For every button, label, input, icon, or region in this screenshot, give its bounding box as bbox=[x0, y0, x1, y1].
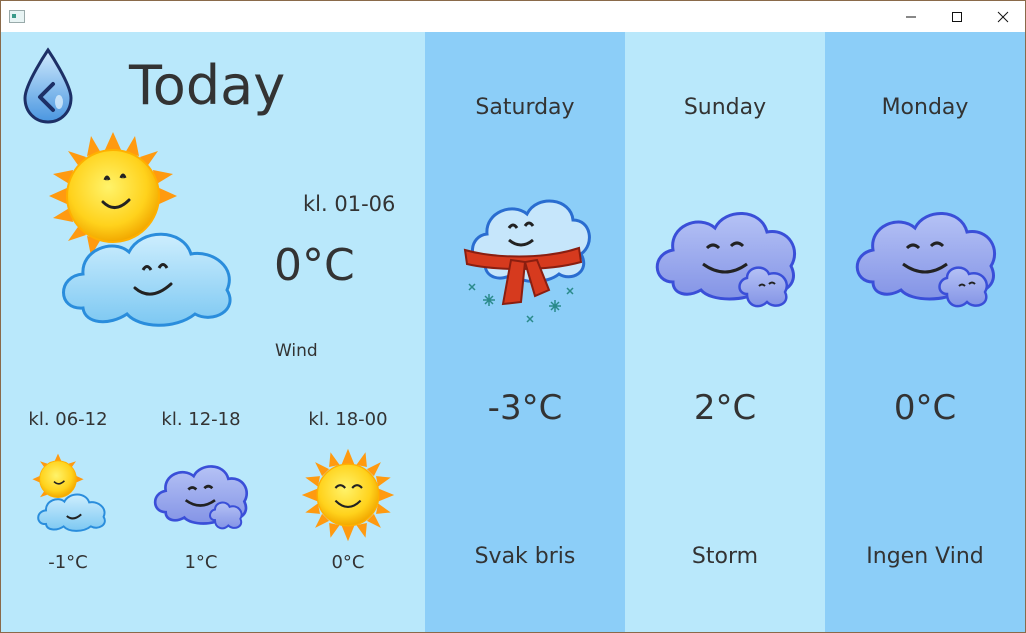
app-icon bbox=[9, 10, 25, 23]
minimize-button[interactable] bbox=[888, 1, 934, 32]
cloudy-icon bbox=[153, 465, 249, 530]
day-temperature: -3°C bbox=[487, 388, 563, 428]
main-period-label: kl. 01-06 bbox=[303, 192, 396, 216]
period-label: kl. 06-12 bbox=[28, 409, 108, 430]
close-icon bbox=[997, 11, 1009, 22]
water-drop-back-icon[interactable] bbox=[23, 47, 73, 124]
day-wind: Storm bbox=[691, 544, 759, 569]
snow-cloud-icon bbox=[463, 199, 591, 323]
day-temperature: 2°C bbox=[693, 388, 757, 428]
weather-content: Today kl. 01-06 0°C Wind kl. 06-12 kl. 1… bbox=[1, 32, 1025, 632]
sun-icon bbox=[301, 448, 395, 542]
today-panel: Today kl. 01-06 0°C Wind kl. 06-12 kl. 1… bbox=[1, 32, 425, 632]
maximize-icon bbox=[952, 11, 962, 22]
cloudy-icon bbox=[655, 212, 797, 308]
period-temperature: -1°C bbox=[48, 552, 88, 573]
sun-behind-cloud-icon bbox=[32, 453, 106, 532]
forecast-day-sunday[interactable]: Sunday 2°C Storm bbox=[625, 32, 825, 632]
day-temperature: 0°C bbox=[893, 388, 957, 428]
maximize-button[interactable] bbox=[934, 1, 980, 32]
close-button[interactable] bbox=[980, 1, 1025, 32]
main-wind-label: Wind bbox=[275, 341, 318, 361]
day-name: Sunday bbox=[683, 95, 767, 120]
page-title: Today bbox=[129, 54, 286, 117]
minimize-icon bbox=[906, 16, 916, 17]
period-temperature: 0°C bbox=[331, 552, 365, 573]
app-window: Today kl. 01-06 0°C Wind kl. 06-12 kl. 1… bbox=[0, 0, 1026, 633]
day-name: Monday bbox=[881, 95, 969, 120]
main-temperature: 0°C bbox=[274, 240, 355, 291]
period-label: kl. 18-00 bbox=[308, 409, 388, 430]
day-wind: Svak bris bbox=[474, 544, 576, 569]
forecast-day-saturday[interactable]: Saturday -3°C Svak bris bbox=[425, 32, 625, 632]
sun-behind-cloud-icon bbox=[49, 132, 232, 327]
period-temperature: 1°C bbox=[184, 552, 218, 573]
title-bar bbox=[1, 1, 1025, 32]
day-name: Saturday bbox=[475, 95, 575, 120]
forecast-day-monday[interactable]: Monday 0°C Ingen Vind bbox=[825, 32, 1025, 632]
day-wind: Ingen Vind bbox=[866, 544, 984, 569]
period-label: kl. 12-18 bbox=[161, 409, 241, 430]
cloudy-icon bbox=[855, 212, 997, 308]
